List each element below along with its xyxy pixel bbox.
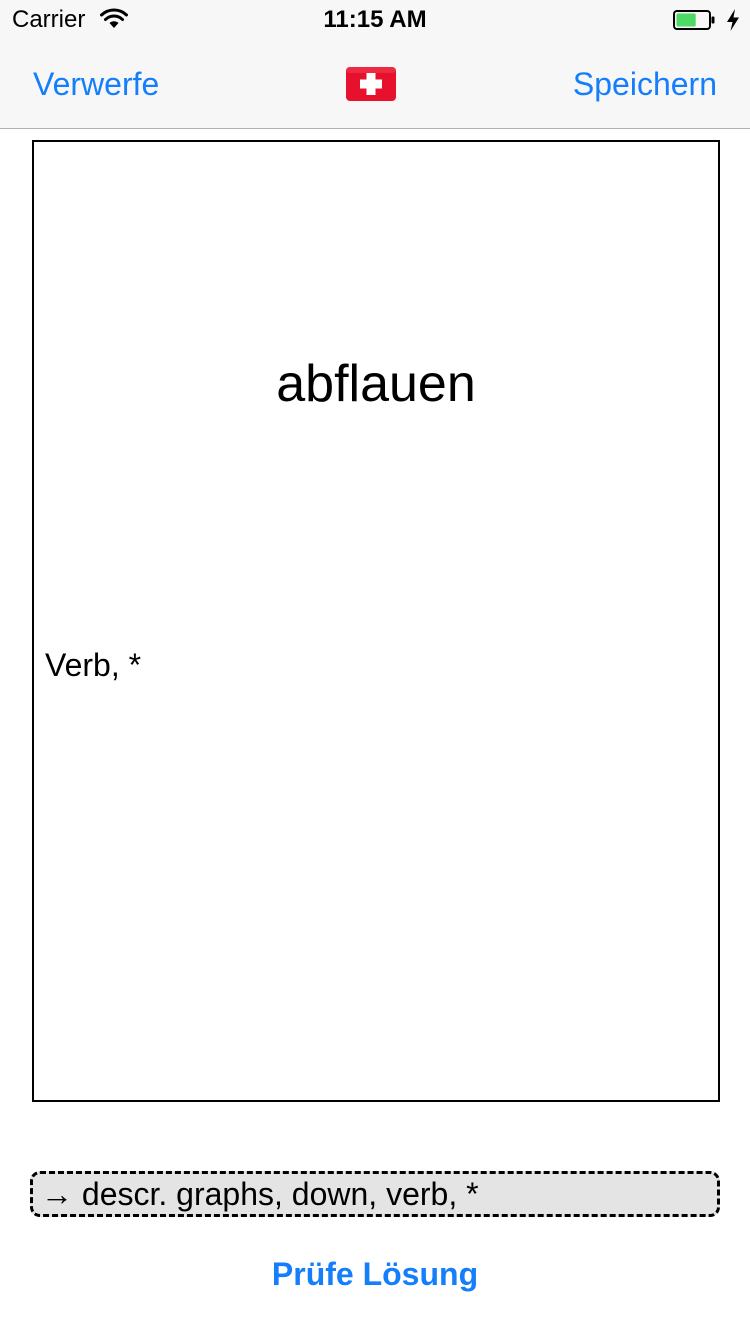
navigation-bar: Verwerfe Speichern [0,40,750,129]
discard-button[interactable]: Verwerfe [33,66,159,102]
save-button[interactable]: Speichern [573,66,717,102]
swiss-flag-icon[interactable] [345,65,397,103]
status-bar: Carrier 11:15 AM [0,0,750,40]
card-word-info: Verb, * [45,647,142,683]
card-word: abflauen [276,355,476,413]
charging-bolt-icon [727,9,739,31]
answer-field[interactable]: → descr. graphs, down, verb, * [30,1171,720,1217]
battery-level-fill [676,13,696,27]
battery-icon [673,10,715,30]
answer-text: → descr. graphs, down, verb, * [41,1176,479,1212]
flash-card: abflauen Verb, * [32,140,720,1102]
status-time: 11:15 AM [323,6,427,33]
check-solution-button[interactable]: Prüfe Lösung [0,1256,750,1292]
